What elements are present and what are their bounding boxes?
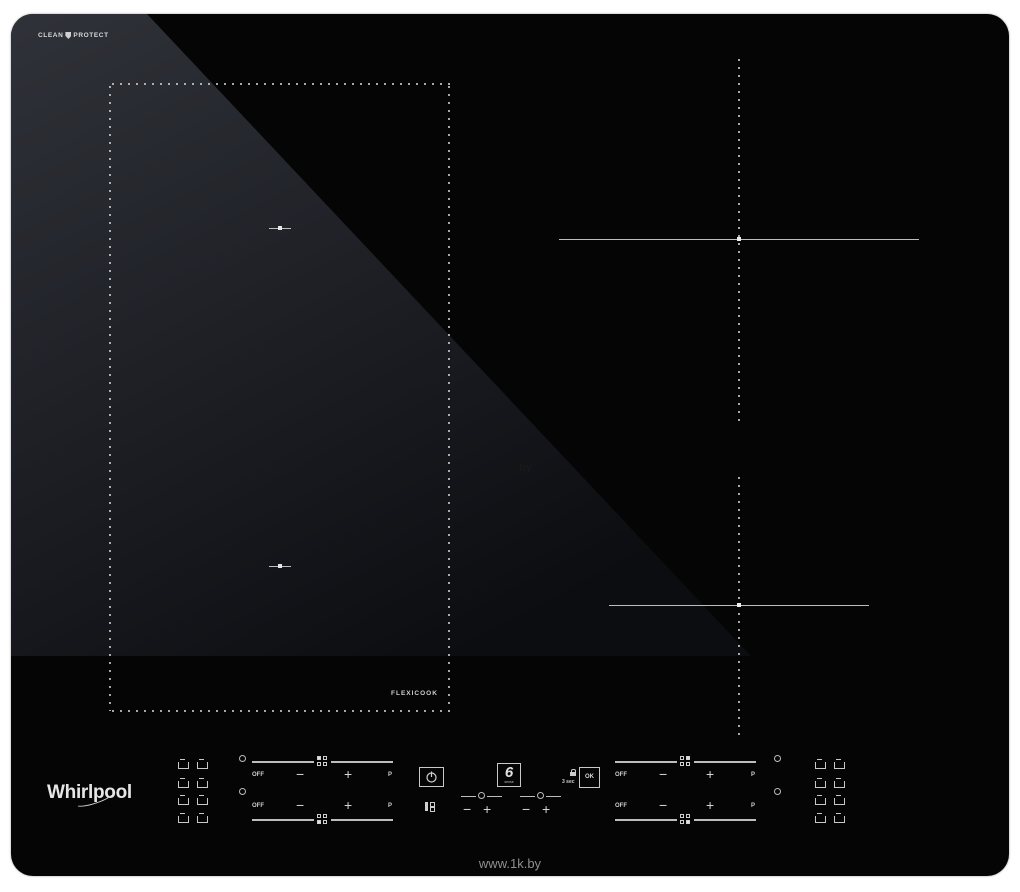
pot-steam-icon[interactable] — [178, 813, 189, 823]
timer-slider — [487, 796, 502, 797]
ok-button[interactable]: OK — [579, 767, 600, 788]
timer-icon — [537, 792, 544, 799]
pot-icon[interactable] — [178, 759, 189, 769]
pot-steam-icon[interactable] — [815, 778, 826, 788]
power-slider-left-1b[interactable] — [331, 761, 393, 763]
timer-plus-button[interactable]: + — [542, 802, 550, 816]
zone-center-marker — [737, 603, 741, 607]
flexicook-label: FLEXICOOK — [391, 690, 438, 697]
power-button[interactable] — [419, 767, 444, 787]
lock-hold-label: 3 sec — [562, 779, 575, 785]
plus-button[interactable]: + — [344, 767, 352, 781]
boost-button[interactable]: P — [388, 772, 392, 778]
sense-6-button[interactable]: 6 sense — [497, 763, 521, 787]
zone-border-left — [109, 83, 111, 711]
power-slider-left-2b[interactable] — [331, 819, 393, 821]
timer-icon[interactable] — [239, 755, 246, 762]
zone-center-marker — [737, 237, 741, 241]
plus-button[interactable]: + — [706, 767, 714, 781]
plus-button[interactable]: + — [344, 798, 352, 812]
clean-label: CLEAN — [38, 32, 64, 39]
power-slider-right-1[interactable] — [615, 761, 677, 763]
zone-indicator-icon — [680, 756, 690, 766]
timer-slider — [546, 796, 561, 797]
pan-icon[interactable] — [197, 795, 208, 805]
ok-label: OK — [585, 774, 594, 780]
zone-layout-icon[interactable] — [425, 802, 435, 812]
pot-icon[interactable] — [815, 759, 826, 769]
pan-icon[interactable] — [834, 795, 845, 805]
pot-icon[interactable] — [815, 795, 826, 805]
timer-icon — [478, 792, 485, 799]
timer-minus-button[interactable]: − — [463, 802, 471, 816]
timer-slider — [461, 796, 476, 797]
zone-center-marker-bottom — [269, 564, 291, 568]
pan-steam-icon[interactable] — [834, 778, 845, 788]
minus-button[interactable]: − — [659, 767, 667, 781]
timer-plus-button[interactable]: + — [483, 802, 491, 816]
power-slider-right-2[interactable] — [615, 819, 677, 821]
minus-button[interactable]: − — [659, 798, 667, 812]
power-slider-left-2[interactable] — [252, 819, 314, 821]
pan-icon[interactable] — [197, 759, 208, 769]
timer-icon[interactable] — [774, 788, 781, 795]
timer-icon[interactable] — [774, 755, 781, 762]
pan-steam-icon[interactable] — [834, 813, 845, 823]
plus-button[interactable]: + — [706, 798, 714, 812]
faint-watermark: .by — [516, 460, 533, 474]
power-slider-right-2b[interactable] — [694, 819, 756, 821]
zone-center-marker-top — [269, 226, 291, 230]
off-button[interactable]: OFF — [252, 772, 264, 778]
zone-border-right — [448, 83, 450, 711]
pot-steam-icon[interactable] — [178, 778, 189, 788]
pot-icon[interactable] — [178, 795, 189, 805]
timer-minus-button[interactable]: − — [522, 802, 530, 816]
pan-icon[interactable] — [834, 759, 845, 769]
clean-protect-badge: CLEAN PROTECT — [38, 32, 109, 39]
off-button[interactable]: OFF — [615, 803, 627, 809]
zone-indicator-icon — [317, 814, 327, 824]
cooking-zone-right-top[interactable] — [559, 56, 919, 424]
induction-hob: CLEAN PROTECT FLEXICOOK .by Whirlpool OF… — [11, 14, 1009, 876]
boost-button[interactable]: P — [388, 803, 392, 809]
pot-steam-icon[interactable] — [815, 813, 826, 823]
off-button[interactable]: OFF — [615, 772, 627, 778]
off-button[interactable]: OFF — [252, 803, 264, 809]
minus-button[interactable]: − — [296, 767, 304, 781]
zone-border-top — [109, 83, 450, 85]
boost-button[interactable]: P — [751, 772, 755, 778]
shield-icon — [65, 32, 72, 39]
zone-indicator-icon — [680, 814, 690, 824]
timer-icon[interactable] — [239, 788, 246, 795]
timer-slider — [520, 796, 535, 797]
power-slider-right-1b[interactable] — [694, 761, 756, 763]
cooking-zone-right-bottom[interactable] — [609, 474, 869, 738]
zone-indicator-icon — [317, 756, 327, 766]
sense-number: 6 — [504, 764, 514, 781]
site-watermark: www.1k.by — [478, 856, 542, 871]
lock-icon — [570, 769, 576, 776]
pan-steam-icon[interactable] — [197, 813, 208, 823]
minus-button[interactable]: − — [296, 798, 304, 812]
protect-label: PROTECT — [73, 32, 109, 39]
boost-button[interactable]: P — [751, 803, 755, 809]
power-icon — [426, 771, 437, 783]
zone-border-bottom — [109, 710, 450, 712]
pan-steam-icon[interactable] — [197, 778, 208, 788]
flexicook-zone[interactable]: FLEXICOOK — [109, 83, 450, 712]
power-slider-left-1[interactable] — [252, 761, 314, 763]
sense-sublabel: sense — [504, 780, 514, 784]
